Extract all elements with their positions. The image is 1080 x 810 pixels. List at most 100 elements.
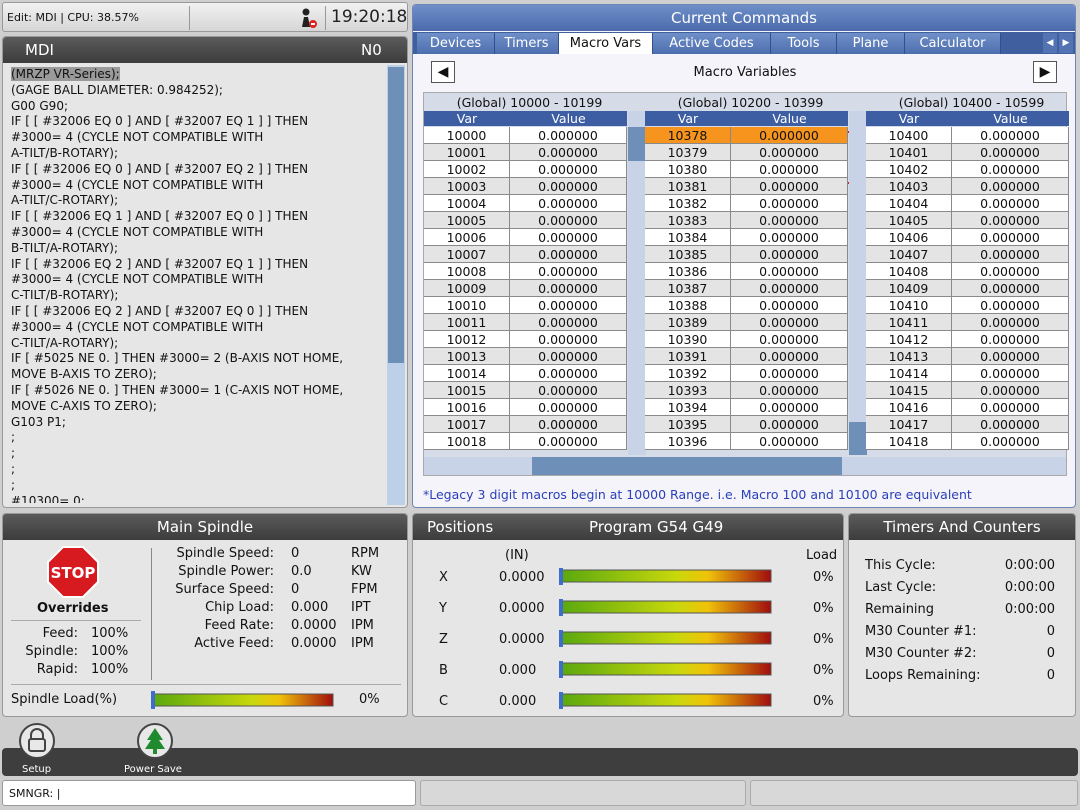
macro-value-cell[interactable]: 0.000000 xyxy=(510,433,627,450)
macro-value-cell[interactable]: 0.000000 xyxy=(952,382,1069,399)
macro-value-cell[interactable]: 0.000000 xyxy=(731,280,848,297)
macro-value-cell[interactable]: 0.000000 xyxy=(731,178,848,195)
macro-value-cell[interactable]: 0.000000 xyxy=(952,127,1069,144)
tab-timers[interactable]: Timers xyxy=(495,33,559,54)
macro-var-cell[interactable]: 10389 xyxy=(645,314,731,331)
macro-var-cell[interactable]: 10012 xyxy=(424,331,510,348)
mdi-program-text[interactable]: (MRZP VR-Series); (GAGE BALL DIAMETER: 0.… xyxy=(11,67,387,503)
macro-value-cell[interactable]: 0.000000 xyxy=(510,297,627,314)
tab-active-codes[interactable]: Active Codes xyxy=(653,33,771,54)
macro-var-cell[interactable]: 10002 xyxy=(424,161,510,178)
macro-var-cell[interactable]: 10412 xyxy=(866,331,952,348)
macro-value-cell[interactable]: 0.000000 xyxy=(731,314,848,331)
macro-value-cell[interactable]: 0.000000 xyxy=(510,178,627,195)
tab-scroll-left-button[interactable]: ◀ xyxy=(1043,33,1057,53)
macro-value-cell[interactable]: 0.000000 xyxy=(952,297,1069,314)
macro-value-cell[interactable]: 0.000000 xyxy=(510,229,627,246)
macro-value-cell[interactable]: 0.000000 xyxy=(510,280,627,297)
macro-var-cell[interactable]: 10390 xyxy=(645,331,731,348)
macro-var-cell[interactable]: 10411 xyxy=(866,314,952,331)
macro-value-cell[interactable]: 0.000000 xyxy=(510,127,627,144)
tab-plane[interactable]: Plane xyxy=(837,33,905,54)
macro-var-cell[interactable]: 10381 xyxy=(645,178,731,195)
macro-value-cell[interactable]: 0.000000 xyxy=(952,314,1069,331)
tab-tools[interactable]: Tools xyxy=(771,33,837,54)
macro-value-cell[interactable]: 0.000000 xyxy=(731,382,848,399)
macro-var-cell[interactable]: 10406 xyxy=(866,229,952,246)
macro-value-cell[interactable]: 0.000000 xyxy=(952,331,1069,348)
macro-var-cell[interactable]: 10018 xyxy=(424,433,510,450)
macro-var-cell[interactable]: 10408 xyxy=(866,263,952,280)
macro-var-cell[interactable]: 10000 xyxy=(424,127,510,144)
macro-value-cell[interactable]: 0.000000 xyxy=(510,212,627,229)
macro-value-cell[interactable]: 0.000000 xyxy=(952,280,1069,297)
macro-value-cell[interactable]: 0.000000 xyxy=(510,365,627,382)
macro-value-cell[interactable]: 0.000000 xyxy=(510,314,627,331)
macro-value-cell[interactable]: 0.000000 xyxy=(952,144,1069,161)
macro-value-cell[interactable]: 0.000000 xyxy=(731,212,848,229)
macro-var-cell[interactable]: 10391 xyxy=(645,348,731,365)
macro-value-cell[interactable]: 0.000000 xyxy=(731,263,848,280)
tab-scroll-right-button[interactable]: ▶ xyxy=(1059,33,1073,53)
macro-var-cell[interactable]: 10016 xyxy=(424,399,510,416)
macro-var-cell[interactable]: 10379 xyxy=(645,144,731,161)
macro-var-cell[interactable]: 10400 xyxy=(866,127,952,144)
vertical-scrollbar[interactable] xyxy=(628,111,646,455)
macro-value-cell[interactable]: 0.000000 xyxy=(510,382,627,399)
macro-var-cell[interactable]: 10010 xyxy=(424,297,510,314)
macro-var-cell[interactable]: 10011 xyxy=(424,314,510,331)
macro-var-cell[interactable]: 10415 xyxy=(866,382,952,399)
macro-var-cell[interactable]: 10382 xyxy=(645,195,731,212)
macro-var-cell[interactable]: 10404 xyxy=(866,195,952,212)
macro-var-cell[interactable]: 10386 xyxy=(645,263,731,280)
stop-icon[interactable]: STOP xyxy=(47,546,99,598)
macro-var-cell[interactable]: 10402 xyxy=(866,161,952,178)
macro-var-cell[interactable]: 10384 xyxy=(645,229,731,246)
macro-value-cell[interactable]: 0.000000 xyxy=(731,348,848,365)
macro-value-cell[interactable]: 0.000000 xyxy=(731,331,848,348)
macro-value-cell[interactable]: 0.000000 xyxy=(952,433,1069,450)
macro-var-cell[interactable]: 10017 xyxy=(424,416,510,433)
macro-value-cell[interactable]: 0.000000 xyxy=(731,297,848,314)
macro-var-cell[interactable]: 10015 xyxy=(424,382,510,399)
macro-var-cell[interactable]: 10387 xyxy=(645,280,731,297)
macro-var-cell[interactable]: 10409 xyxy=(866,280,952,297)
macro-value-cell[interactable]: 0.000000 xyxy=(731,416,848,433)
macro-value-cell[interactable]: 0.000000 xyxy=(731,246,848,263)
macro-value-cell[interactable]: 0.000000 xyxy=(952,246,1069,263)
macro-value-cell[interactable]: 0.000000 xyxy=(510,399,627,416)
macro-value-cell[interactable]: 0.000000 xyxy=(952,178,1069,195)
macro-value-cell[interactable]: 0.000000 xyxy=(952,212,1069,229)
macro-var-cell[interactable]: 10388 xyxy=(645,297,731,314)
tree-icon[interactable] xyxy=(136,722,174,760)
tab-devices[interactable]: Devices xyxy=(417,33,495,54)
tab-calculator[interactable]: Calculator xyxy=(905,33,1001,54)
macro-var-cell[interactable]: 10014 xyxy=(424,365,510,382)
macro-var-cell[interactable]: 10403 xyxy=(866,178,952,195)
macro-value-cell[interactable]: 0.000000 xyxy=(952,229,1069,246)
macro-var-cell[interactable]: 10418 xyxy=(866,433,952,450)
macro-var-cell[interactable]: 10009 xyxy=(424,280,510,297)
macro-var-cell[interactable]: 10407 xyxy=(866,246,952,263)
macro-var-cell[interactable]: 10385 xyxy=(645,246,731,263)
macro-value-cell[interactable]: 0.000000 xyxy=(510,263,627,280)
macro-var-cell[interactable]: 10392 xyxy=(645,365,731,382)
macro-var-cell[interactable]: 10393 xyxy=(645,382,731,399)
macro-var-cell[interactable]: 10394 xyxy=(645,399,731,416)
macro-value-cell[interactable]: 0.000000 xyxy=(731,365,848,382)
macro-value-cell[interactable]: 0.000000 xyxy=(510,416,627,433)
macro-var-cell[interactable]: 10413 xyxy=(866,348,952,365)
macro-value-cell[interactable]: 0.000000 xyxy=(510,246,627,263)
macro-var-cell[interactable]: 10401 xyxy=(866,144,952,161)
macro-value-cell[interactable]: 0.000000 xyxy=(510,161,627,178)
macro-var-cell[interactable]: 10396 xyxy=(645,433,731,450)
horizontal-scrollbar[interactable] xyxy=(424,457,1066,475)
mdi-scrollbar[interactable] xyxy=(387,65,405,505)
macro-value-cell[interactable]: 0.000000 xyxy=(952,416,1069,433)
mdi-scroll-thumb[interactable] xyxy=(388,67,404,363)
macro-value-cell[interactable]: 0.000000 xyxy=(952,161,1069,178)
macro-var-cell[interactable]: 10405 xyxy=(866,212,952,229)
macro-value-cell[interactable]: 0.000000 xyxy=(731,144,848,161)
macro-value-cell[interactable]: 0.000000 xyxy=(731,127,848,144)
tab-macro-vars[interactable]: Macro Vars xyxy=(559,33,653,54)
